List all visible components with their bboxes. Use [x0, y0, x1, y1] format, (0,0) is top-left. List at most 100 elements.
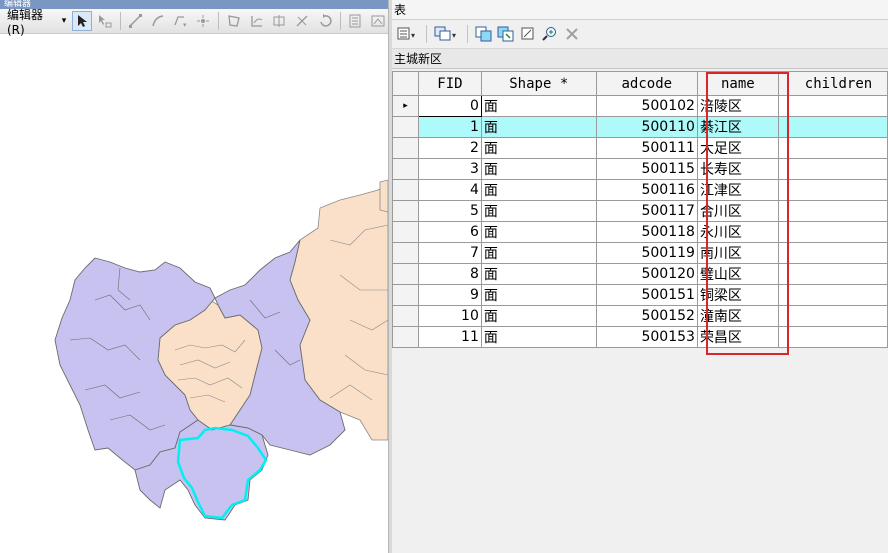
- cell-children[interactable]: [777, 179, 888, 201]
- table-row[interactable]: 5 面 500117 合川区: [392, 200, 888, 222]
- cell-children[interactable]: [777, 158, 888, 180]
- row-selector-header[interactable]: [392, 71, 419, 96]
- row-selector[interactable]: [392, 158, 419, 180]
- table-options-icon[interactable]: ▾: [396, 24, 420, 44]
- cell-shape[interactable]: 面: [480, 263, 597, 285]
- clear-selection-icon[interactable]: [518, 24, 538, 44]
- table-row[interactable]: 10 面 500152 潼南区: [392, 305, 888, 327]
- cell-children[interactable]: [777, 116, 888, 138]
- edit-vertices-icon[interactable]: [224, 11, 244, 31]
- cell-fid[interactable]: 11: [417, 326, 482, 348]
- attribute-grid[interactable]: FID Shape * adcode name children ▸ 0 面 5001…: [392, 71, 888, 553]
- attributes-icon[interactable]: [346, 11, 366, 31]
- cell-fid[interactable]: 4: [417, 179, 482, 201]
- row-selector[interactable]: ▸: [392, 95, 419, 117]
- cell-name[interactable]: 铜梁区: [696, 284, 779, 306]
- edit-annotation-tool-icon[interactable]: [95, 11, 115, 31]
- cell-fid[interactable]: 7: [417, 242, 482, 264]
- cut-polygon-icon[interactable]: [270, 11, 290, 31]
- row-selector[interactable]: [392, 137, 419, 159]
- cell-name[interactable]: 荣昌区: [696, 326, 779, 348]
- row-selector[interactable]: [392, 284, 419, 306]
- cell-shape[interactable]: 面: [480, 242, 597, 264]
- tab-layer[interactable]: 主城新区: [392, 49, 444, 69]
- delete-selected-icon[interactable]: [562, 24, 582, 44]
- cell-adcode[interactable]: 500115: [595, 158, 698, 180]
- select-by-attributes-icon[interactable]: [474, 24, 494, 44]
- cell-fid[interactable]: 10: [417, 305, 482, 327]
- row-selector[interactable]: [392, 221, 419, 243]
- cell-shape[interactable]: 面: [480, 116, 597, 138]
- table-row[interactable]: 2 面 500111 大足区: [392, 137, 888, 159]
- cell-name[interactable]: 永川区: [696, 221, 779, 243]
- cell-fid[interactable]: 8: [417, 263, 482, 285]
- arc-segment-icon[interactable]: [148, 11, 168, 31]
- cell-adcode[interactable]: 500118: [595, 221, 698, 243]
- map-pane[interactable]: 编辑器 编辑器(R) ▾ ▾: [0, 0, 388, 553]
- cell-children[interactable]: [777, 284, 888, 306]
- point-tool-icon[interactable]: ▾: [171, 11, 191, 31]
- cell-shape[interactable]: 面: [480, 200, 597, 222]
- cell-children[interactable]: [777, 95, 888, 117]
- map-canvas[interactable]: [0, 35, 388, 553]
- cell-adcode[interactable]: 500151: [595, 284, 698, 306]
- column-header-fid[interactable]: FID: [417, 71, 482, 96]
- cell-shape[interactable]: 面: [480, 284, 597, 306]
- cell-name[interactable]: 南川区: [696, 242, 779, 264]
- table-row[interactable]: 8 面 500120 璧山区: [392, 263, 888, 285]
- cell-fid[interactable]: 0: [417, 95, 482, 117]
- column-header-shape[interactable]: Shape *: [480, 71, 597, 96]
- row-selector[interactable]: [392, 305, 419, 327]
- cell-fid[interactable]: 3: [417, 158, 482, 180]
- table-row[interactable]: 9 面 500151 铜梁区: [392, 284, 888, 306]
- cell-name[interactable]: 长寿区: [696, 158, 779, 180]
- column-header-name[interactable]: name: [696, 71, 779, 96]
- cell-fid[interactable]: 2: [417, 137, 482, 159]
- cell-adcode[interactable]: 500152: [595, 305, 698, 327]
- table-row[interactable]: 1 面 500110 綦江区: [392, 116, 888, 138]
- cell-children[interactable]: [777, 263, 888, 285]
- row-selector[interactable]: [392, 116, 419, 138]
- cell-name[interactable]: 璧山区: [696, 263, 779, 285]
- cell-children[interactable]: [777, 242, 888, 264]
- table-row[interactable]: 6 面 500118 永川区: [392, 221, 888, 243]
- cell-fid[interactable]: 6: [417, 221, 482, 243]
- zoom-to-selected-icon[interactable]: [540, 24, 560, 44]
- edit-tool-icon[interactable]: [72, 11, 92, 31]
- cell-children[interactable]: [777, 200, 888, 222]
- straight-segment-icon[interactable]: [126, 11, 146, 31]
- cell-children[interactable]: [777, 326, 888, 348]
- cell-name[interactable]: 江津区: [696, 179, 779, 201]
- row-selector[interactable]: [392, 242, 419, 264]
- table-row[interactable]: 11 面 500153 荣昌区: [392, 326, 888, 348]
- cell-children[interactable]: [777, 221, 888, 243]
- switch-selection-icon[interactable]: [496, 24, 516, 44]
- cell-shape[interactable]: 面: [480, 305, 597, 327]
- cell-fid[interactable]: 9: [417, 284, 482, 306]
- reshape-icon[interactable]: [247, 11, 267, 31]
- row-selector[interactable]: [392, 200, 419, 222]
- cell-shape[interactable]: 面: [480, 326, 597, 348]
- cell-adcode[interactable]: 500117: [595, 200, 698, 222]
- row-selector[interactable]: [392, 179, 419, 201]
- cell-name[interactable]: 合川区: [696, 200, 779, 222]
- cell-shape[interactable]: 面: [480, 158, 597, 180]
- cell-adcode[interactable]: 500119: [595, 242, 698, 264]
- row-selector[interactable]: [392, 263, 419, 285]
- cell-name[interactable]: 大足区: [696, 137, 779, 159]
- cell-shape[interactable]: 面: [480, 95, 597, 117]
- column-header-children[interactable]: children: [777, 71, 888, 96]
- sketch-properties-icon[interactable]: [368, 11, 388, 31]
- table-row[interactable]: 7 面 500119 南川区: [392, 242, 888, 264]
- cell-shape[interactable]: 面: [480, 221, 597, 243]
- table-row[interactable]: ▸ 0 面 500102 涪陵区: [392, 95, 888, 117]
- cell-shape[interactable]: 面: [480, 137, 597, 159]
- cell-adcode[interactable]: 500120: [595, 263, 698, 285]
- cell-name[interactable]: 綦江区: [696, 116, 779, 138]
- cell-adcode[interactable]: 500116: [595, 179, 698, 201]
- table-row[interactable]: 3 面 500115 长寿区: [392, 158, 888, 180]
- table-row[interactable]: 4 面 500116 江津区: [392, 179, 888, 201]
- editor-menu-button[interactable]: 编辑器(R) ▾: [4, 8, 69, 37]
- split-icon[interactable]: [292, 11, 312, 31]
- column-header-adcode[interactable]: adcode: [595, 71, 698, 96]
